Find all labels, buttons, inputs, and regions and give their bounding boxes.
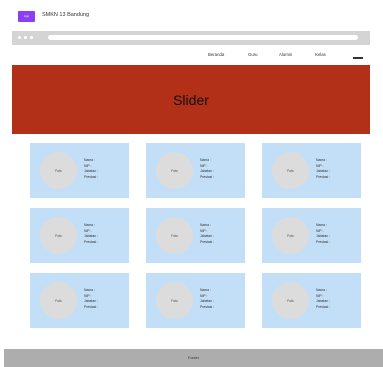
avatar-label: Foto — [171, 233, 178, 238]
profile-card[interactable]: Foto Nama : NIP : Jabatan : Prestasi : — [262, 208, 361, 263]
profile-card[interactable]: Foto Nama : NIP : Jabatan : Prestasi : — [30, 143, 129, 198]
card-info: Nama : NIP : Jabatan : Prestasi : — [84, 158, 98, 180]
menu-icon[interactable] — [353, 57, 363, 59]
slider: Slider — [12, 65, 370, 134]
avatar-label: Foto — [287, 168, 294, 173]
card-info-line: Prestasi : — [200, 174, 215, 179]
avatar-label: Foto — [55, 168, 62, 173]
card-info-line: Jabatan : — [200, 299, 214, 304]
card-info: Nama : NIP : Jabatan : Prestasi : — [200, 223, 214, 245]
card-info-line: Jabatan : — [84, 234, 98, 239]
nav-item-guru[interactable]: Guru — [248, 52, 258, 57]
avatar-label: Foto — [287, 233, 294, 238]
card-info-line: Prestasi : — [316, 239, 331, 244]
window-dot-icon — [30, 36, 33, 39]
navbar: Beranda Guru Alumni Kelas — [12, 45, 370, 65]
avatar-label: Foto — [171, 298, 178, 303]
card-info-line: Prestasi : — [84, 174, 99, 179]
card-info-line: Prestasi : — [84, 304, 99, 309]
card-info: Nama : NIP : Jabatan : Prestasi : — [84, 223, 98, 245]
avatar-photo: Foto — [156, 217, 193, 254]
card-info-line: Jabatan : — [316, 169, 330, 174]
avatar-photo: Foto — [40, 217, 77, 254]
nav-item-beranda[interactable]: Beranda — [208, 52, 224, 57]
avatar-label: Foto — [55, 298, 62, 303]
profile-card[interactable]: Foto Nama : NIP : Jabatan : Prestasi : — [262, 143, 361, 198]
avatar-photo: Foto — [156, 152, 193, 189]
card-info: Nama : NIP : Jabatan : Prestasi : — [200, 158, 214, 180]
profile-card[interactable]: Foto Nama : NIP : Jabatan : Prestasi : — [262, 273, 361, 328]
card-info-line: Jabatan : — [84, 169, 98, 174]
profile-card[interactable]: Foto Nama : NIP : Jabatan : Prestasi : — [146, 273, 245, 328]
card-info-line: Prestasi : — [200, 239, 215, 244]
slider-title: Slider — [173, 91, 209, 108]
nav-item-alumni[interactable]: Alumni — [279, 52, 292, 57]
avatar-label: Foto — [55, 233, 62, 238]
avatar-photo: Foto — [272, 217, 309, 254]
card-info-line: Prestasi : — [200, 304, 215, 309]
window-dot-icon — [24, 36, 27, 39]
footer-text: Footer — [188, 356, 199, 360]
card-info-line: Jabatan : — [316, 299, 330, 304]
card-info-line: Prestasi : — [84, 239, 99, 244]
nav-item-kelas[interactable]: Kelas — [315, 52, 326, 57]
profile-card[interactable]: Foto Nama : NIP : Jabatan : Prestasi : — [146, 208, 245, 263]
top-header: logo SMKN 13 Bandung — [0, 0, 383, 32]
card-info: Nama : NIP : Jabatan : Prestasi : — [84, 288, 98, 310]
avatar-photo: Foto — [272, 152, 309, 189]
profile-card[interactable]: Foto Nama : NIP : Jabatan : Prestasi : — [30, 273, 129, 328]
card-info: Nama : NIP : Jabatan : Prestasi : — [316, 223, 330, 245]
avatar-photo: Foto — [272, 282, 309, 319]
avatar-photo: Foto — [40, 152, 77, 189]
card-info: Nama : NIP : Jabatan : Prestasi : — [316, 288, 330, 310]
window-dot-icon — [18, 36, 21, 39]
avatar-photo: Foto — [156, 282, 193, 319]
logo-text: logo — [23, 15, 30, 18]
footer: Footer — [4, 349, 383, 367]
card-info-line: Prestasi : — [316, 304, 331, 309]
avatar-photo: Foto — [40, 282, 77, 319]
logo: logo — [18, 11, 35, 22]
card-info-line: Jabatan : — [200, 169, 214, 174]
profile-card[interactable]: Foto Nama : NIP : Jabatan : Prestasi : — [30, 208, 129, 263]
card-info-line: Jabatan : — [316, 234, 330, 239]
card-info: Nama : NIP : Jabatan : Prestasi : — [200, 288, 214, 310]
browser-bar — [12, 31, 370, 45]
app-title: SMKN 13 Bandung — [42, 12, 90, 18]
address-bar[interactable] — [48, 35, 358, 40]
card-info-line: Prestasi : — [316, 174, 331, 179]
avatar-label: Foto — [287, 298, 294, 303]
card-info-line: Jabatan : — [84, 299, 98, 304]
profile-card[interactable]: Foto Nama : NIP : Jabatan : Prestasi : — [146, 143, 245, 198]
card-info: Nama : NIP : Jabatan : Prestasi : — [316, 158, 330, 180]
avatar-label: Foto — [171, 168, 178, 173]
card-info-line: Jabatan : — [200, 234, 214, 239]
